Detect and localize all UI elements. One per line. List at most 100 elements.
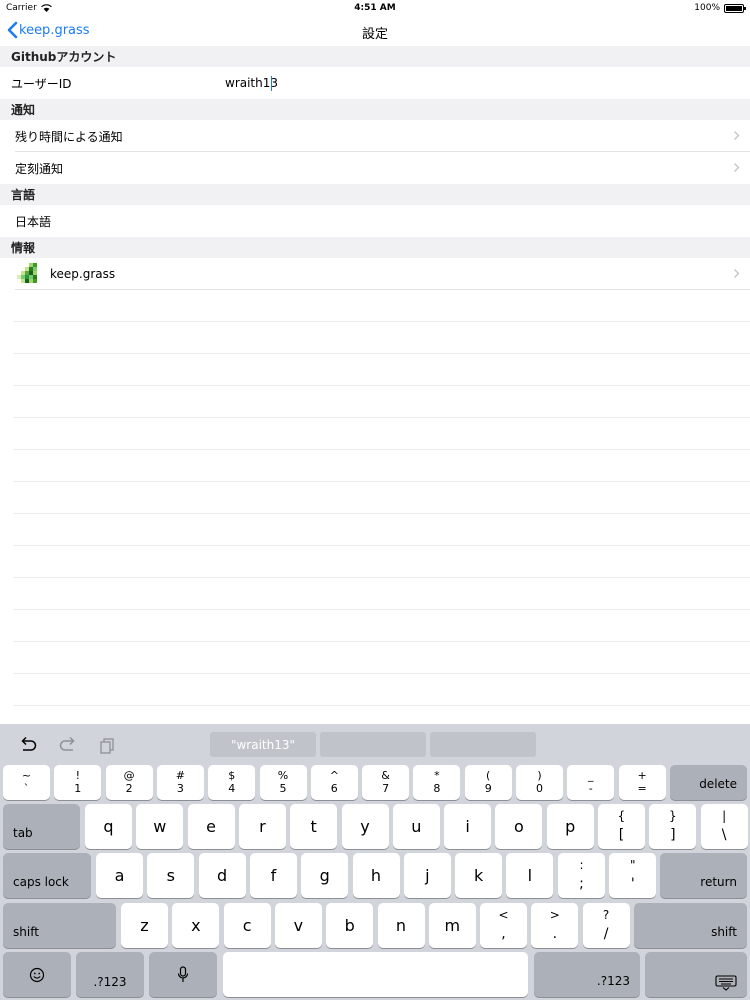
key-number-7[interactable]: & 7 — [362, 765, 410, 800]
key-number-3[interactable]: #3 — [156, 765, 204, 800]
delete-key[interactable]: delete — [670, 765, 747, 800]
key-symbol-1[interactable]: }] — [649, 804, 697, 849]
hide-keyboard-key[interactable] — [645, 952, 747, 997]
user-id-label: ユーザーID — [11, 76, 72, 91]
paste-icon[interactable] — [98, 736, 118, 754]
key-number-9[interactable]: (9 — [464, 765, 512, 800]
suggestion-3[interactable] — [430, 732, 536, 757]
return-key[interactable]: return — [660, 853, 747, 898]
key-t[interactable]: t — [290, 804, 338, 849]
key-v[interactable]: v — [274, 903, 322, 948]
key-symbol-2[interactable]: | \ — [700, 804, 748, 849]
key-number-10[interactable]: ) 0 — [516, 765, 563, 800]
key-q[interactable]: q — [85, 804, 132, 849]
undo-icon[interactable] — [18, 736, 38, 754]
key-i[interactable]: i — [444, 804, 492, 849]
text-caret — [271, 76, 272, 91]
table-separator — [13, 353, 750, 354]
key-z[interactable]: z — [121, 903, 168, 948]
key-number-12[interactable]: + = — [618, 765, 666, 800]
emoji-key[interactable] — [3, 952, 71, 997]
scheduled-notification-row[interactable]: 定刻通知 — [0, 152, 750, 184]
key-symbol: 0 — [536, 782, 543, 795]
key-s[interactable]: s — [147, 853, 195, 898]
numbers-key-right[interactable]: .?123 — [534, 952, 640, 997]
key-a[interactable]: a — [96, 853, 143, 898]
key-p[interactable]: p — [546, 804, 594, 849]
space-key[interactable] — [223, 952, 528, 997]
key-symbol: 7 — [382, 782, 390, 795]
empty-table-area — [0, 290, 750, 724]
key-number-11[interactable]: _ - — [567, 765, 615, 800]
battery-fill — [726, 5, 742, 11]
suggestion-2[interactable] — [320, 732, 426, 757]
key-shift-symbol: ) — [537, 769, 542, 782]
key-symbol: = — [637, 782, 647, 795]
key-d[interactable]: d — [198, 853, 246, 898]
dictation-key[interactable] — [149, 952, 217, 997]
key-m[interactable]: m — [428, 903, 476, 948]
key-h[interactable]: h — [352, 853, 400, 898]
key-number-4[interactable]: $4 — [208, 765, 256, 800]
key-w[interactable]: w — [136, 804, 184, 849]
scheduled-notification-label: 定刻通知 — [15, 161, 64, 176]
key-symbol-0[interactable]: {[ — [598, 804, 645, 849]
section-header-github: Githubアカウント — [0, 46, 750, 67]
key-shift-symbol: + — [637, 769, 647, 782]
key-number-1[interactable]: ! 1 — [54, 765, 102, 800]
key-number-0[interactable]: ~ ` — [3, 765, 50, 800]
key-l[interactable]: l — [506, 853, 554, 898]
key-punct-0[interactable]: :; — [558, 853, 605, 898]
key-j[interactable]: j — [403, 853, 451, 898]
user-id-input[interactable] — [225, 67, 525, 99]
key-u[interactable]: u — [392, 804, 440, 849]
key-symbol: ; — [579, 876, 584, 892]
key-number-2[interactable]: @2 — [105, 765, 153, 800]
key-punct-z-0[interactable]: <, — [480, 903, 527, 948]
key-shift-symbol: & — [381, 769, 390, 782]
key-o[interactable]: o — [495, 804, 543, 849]
shift-key-right[interactable]: shift — [634, 903, 747, 948]
key-number-8[interactable]: * 8 — [413, 765, 461, 800]
key-c[interactable]: c — [223, 903, 271, 948]
table-separator — [13, 449, 750, 450]
key-f[interactable]: f — [249, 853, 297, 898]
key-r[interactable]: r — [238, 804, 286, 849]
numbers-key-left[interactable]: .?123 — [76, 952, 144, 997]
key-symbol: / — [603, 926, 609, 942]
key-k[interactable]: k — [455, 853, 503, 898]
key-shift-symbol: > — [549, 908, 560, 922]
caps-lock-key[interactable]: caps lock — [3, 853, 91, 898]
key-number-6[interactable]: ^ 6 — [310, 765, 358, 800]
shift-key-left[interactable]: shift — [3, 903, 116, 948]
navigation-bar: keep.grass 設定 — [0, 16, 750, 46]
key-y[interactable]: y — [341, 804, 389, 849]
key-x[interactable]: x — [172, 903, 220, 948]
suggestion-1[interactable]: "wraith13" — [210, 732, 316, 757]
redo-icon[interactable] — [58, 736, 78, 754]
app-info-row[interactable]: keep.grass — [0, 258, 750, 290]
table-separator — [13, 609, 750, 610]
tab-key[interactable]: tab — [3, 804, 80, 849]
battery-icon — [724, 3, 746, 13]
key-shift-symbol: ? — [602, 908, 610, 922]
user-id-row[interactable]: ユーザーID — [0, 67, 750, 99]
key-punct-z-1[interactable]: >. — [531, 903, 579, 948]
key-b[interactable]: b — [326, 903, 374, 948]
remaining-time-notification-label: 残り時間による通知 — [15, 129, 123, 144]
key-shift-symbol: : — [579, 858, 584, 872]
key-shift-symbol: { — [617, 809, 626, 823]
language-row[interactable]: 日本語 — [0, 205, 750, 237]
key-e[interactable]: e — [187, 804, 235, 849]
key-punct-1[interactable]: " ' — [609, 853, 657, 898]
key-number-5[interactable]: % 5 — [259, 765, 307, 800]
key-g[interactable]: g — [301, 853, 349, 898]
key-n[interactable]: n — [377, 903, 425, 948]
section-header-info: 情報 — [0, 237, 750, 258]
keyboard-shortcut-bar: "wraith13" — [0, 724, 750, 762]
key-punct-z-2[interactable]: ? / — [582, 903, 630, 948]
key-symbol: 3 — [176, 782, 184, 795]
key-shift-symbol: ^ — [329, 769, 339, 782]
keyboard: "wraith13" ~ `! 1 @2 #3 $4% 5 ^ 6 & 7 * 8(9) 0 _ - + = de… — [0, 724, 750, 1000]
remaining-time-notification-row[interactable]: 残り時間による通知 — [0, 120, 750, 152]
